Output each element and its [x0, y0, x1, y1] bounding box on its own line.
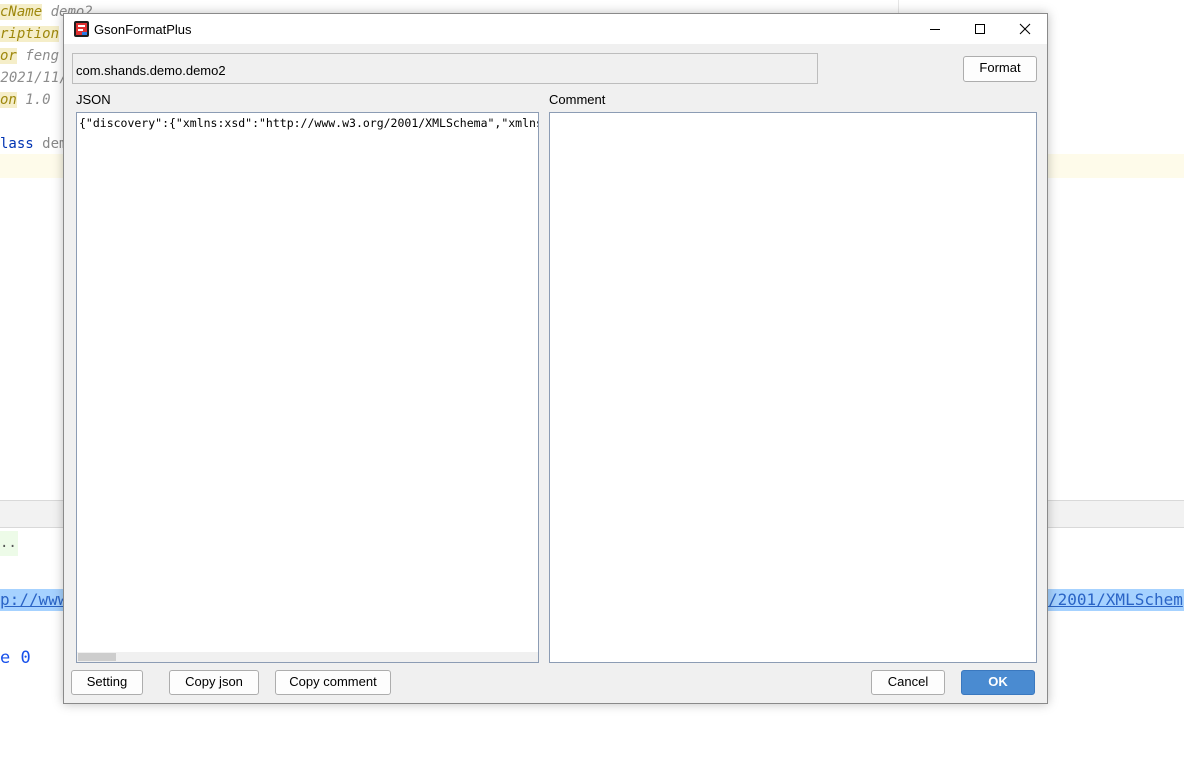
- setting-button[interactable]: Setting: [71, 670, 143, 695]
- code-annotation: on: [0, 92, 17, 108]
- console-ellipsis: ..: [0, 531, 18, 556]
- code-annotation: cName: [0, 4, 43, 20]
- right-margin-guide: [898, 0, 899, 14]
- json-label: JSON: [76, 92, 111, 107]
- cancel-button[interactable]: Cancel: [871, 670, 945, 695]
- code-keyword: lass: [0, 136, 34, 152]
- ok-button[interactable]: OK: [961, 670, 1035, 695]
- json-textarea[interactable]: {"discovery":{"xmlns:xsd":"http://www.w3…: [76, 112, 539, 663]
- gsonformat-dialog: GsonFormatPlus com.shands.demo.demo2 For…: [63, 13, 1048, 704]
- horizontal-scrollbar[interactable]: [77, 652, 538, 662]
- comment-textarea[interactable]: [549, 112, 1037, 663]
- code-line: or feng: [0, 48, 59, 64]
- title-bar[interactable]: GsonFormatPlus: [64, 14, 1047, 44]
- format-button[interactable]: Format: [963, 56, 1037, 82]
- app-icon: [74, 21, 89, 37]
- console-url-left[interactable]: p://www: [0, 589, 63, 611]
- copy-json-button[interactable]: Copy json: [169, 670, 259, 695]
- code-line: 2021/11/: [0, 70, 68, 86]
- code-line: lass dem: [0, 136, 67, 152]
- close-icon: [1019, 23, 1031, 35]
- json-content: {"discovery":{"xmlns:xsd":"http://www.w3…: [79, 116, 538, 130]
- copy-comment-button[interactable]: Copy comment: [275, 670, 391, 695]
- close-button[interactable]: [1002, 14, 1048, 44]
- minimize-icon: [930, 29, 940, 30]
- class-name-input[interactable]: com.shands.demo.demo2: [72, 53, 818, 84]
- comment-label: Comment: [549, 92, 606, 107]
- maximize-icon: [975, 24, 985, 34]
- maximize-button[interactable]: [957, 14, 1003, 44]
- code-line: on 1.0: [0, 92, 51, 108]
- window-title: GsonFormatPlus: [94, 22, 192, 37]
- code-value: feng: [16, 48, 60, 64]
- code-annotation: ription: [0, 26, 60, 42]
- code-annotation: or: [0, 48, 17, 64]
- scrollbar-thumb[interactable]: [78, 653, 116, 661]
- code-value: 1.0: [16, 92, 51, 108]
- console-url-right[interactable]: /2001/XMLSchem: [1048, 589, 1184, 611]
- minimize-button[interactable]: [912, 14, 958, 44]
- code-value: 2021/11/: [0, 70, 68, 86]
- console-exit-code: e 0: [0, 648, 31, 668]
